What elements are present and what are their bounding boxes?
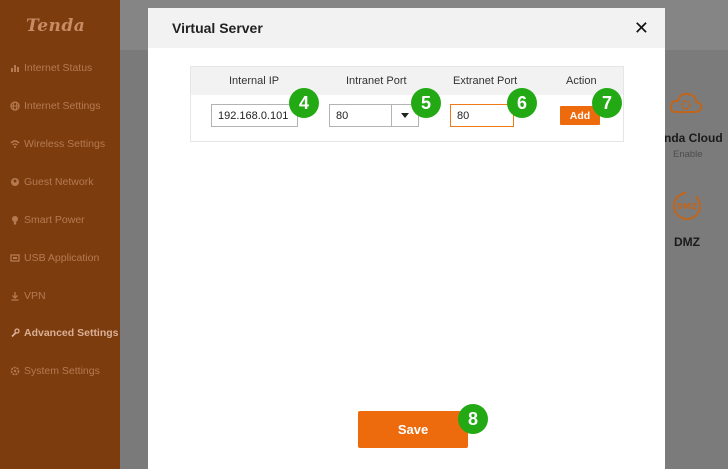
table-header: Internal IP Intranet Port Extranet Port …: [191, 67, 623, 95]
globe-icon: [10, 101, 20, 111]
tile-label[interactable]: DMZ: [674, 235, 700, 249]
vpn-icon: [10, 291, 20, 301]
sidebar-item-label: Smart Power: [24, 214, 85, 226]
sidebar-item-label: System Settings: [24, 365, 100, 377]
column-header-internal-ip: Internal IP: [229, 75, 280, 87]
sidebar-item-guest-network[interactable]: Guest Network: [0, 163, 120, 201]
sidebar-item-vpn[interactable]: VPN: [0, 277, 120, 315]
row-divider: [191, 141, 623, 142]
sidebar: Tenda Internet Status Internet Settings …: [0, 0, 128, 469]
wifi-icon: [10, 139, 20, 149]
internal-ip-input[interactable]: [211, 104, 298, 127]
sidebar-item-label: Advanced Settings: [24, 327, 119, 339]
sidebar-item-system-settings[interactable]: System Settings: [0, 352, 120, 390]
sidebar-item-smart-power[interactable]: Smart Power: [0, 201, 120, 239]
dmz-icon: DMZ: [670, 190, 704, 227]
wrench-icon: [10, 328, 20, 338]
step-badge: 7: [592, 88, 622, 118]
sidebar-item-label: Internet Settings: [24, 100, 101, 112]
bulb-icon: [10, 215, 20, 225]
column-header-intranet-port: Intranet Port: [346, 75, 407, 87]
sidebar-item-wireless-settings[interactable]: Wireless Settings: [0, 125, 120, 163]
sidebar-item-label: Guest Network: [24, 176, 94, 188]
sidebar-item-internet-status[interactable]: Internet Status: [0, 49, 120, 87]
virtual-server-dialog: Virtual Server ✕ Internal IP Intranet Po…: [148, 8, 665, 469]
svg-text:DMZ: DMZ: [677, 202, 698, 211]
usb-icon: [10, 253, 20, 263]
cloud-gear-icon: [668, 88, 704, 125]
dialog-title: Virtual Server: [172, 20, 263, 36]
step-badge: 6: [507, 88, 537, 118]
sidebar-item-label: USB Application: [24, 252, 100, 264]
step-badge: 8: [458, 404, 488, 434]
sidebar-item-label: Internet Status: [24, 62, 93, 74]
extranet-port-input[interactable]: [450, 104, 514, 127]
sidebar-item-internet-settings[interactable]: Internet Settings: [0, 87, 120, 125]
sidebar-item-label: VPN: [24, 290, 46, 302]
tenda-logo: Tenda: [26, 16, 86, 36]
chart-icon: [10, 63, 20, 73]
tile-label[interactable]: nda Cloud: [664, 131, 723, 145]
sidebar-item-usb-application[interactable]: USB Application: [0, 239, 120, 277]
tile-status: Enable: [673, 149, 703, 160]
step-badge: 5: [411, 88, 441, 118]
column-header-action: Action: [566, 75, 597, 87]
guest-icon: [10, 177, 20, 187]
gear-icon: [10, 366, 20, 376]
column-header-extranet-port: Extranet Port: [453, 75, 518, 87]
close-icon[interactable]: ✕: [634, 19, 649, 37]
sidebar-item-label: Wireless Settings: [24, 138, 106, 150]
save-button[interactable]: Save: [358, 411, 468, 448]
step-badge: 4: [289, 88, 319, 118]
dialog-header: Virtual Server ✕: [148, 8, 665, 48]
intranet-port-select[interactable]: [329, 104, 392, 127]
virtual-server-table: Internal IP Intranet Port Extranet Port …: [190, 66, 624, 142]
sidebar-item-advanced-settings[interactable]: Advanced Settings: [0, 314, 128, 352]
caret-down-icon: [401, 113, 409, 118]
